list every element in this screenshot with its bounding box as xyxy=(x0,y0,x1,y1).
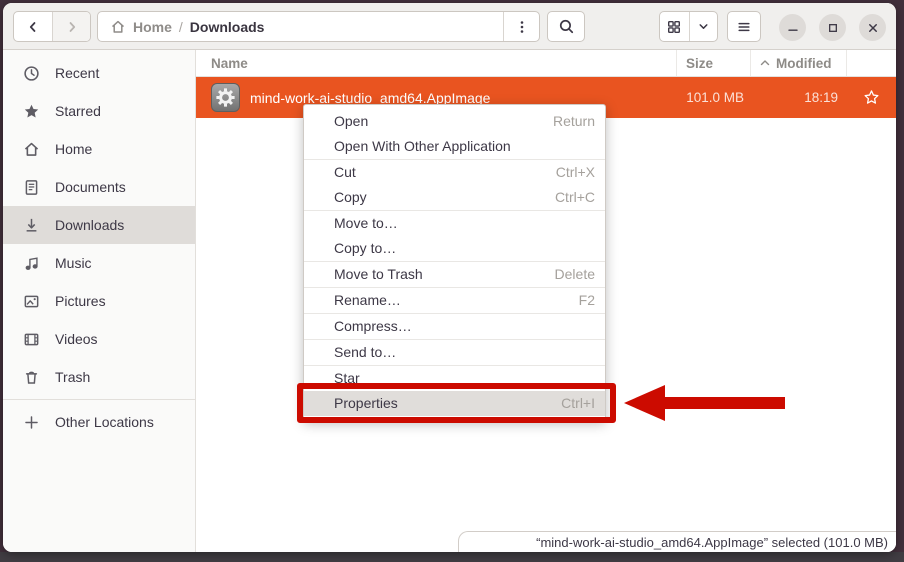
star-icon xyxy=(23,103,40,120)
sidebar-item-starred[interactable]: Starred xyxy=(3,92,195,130)
sort-ascending-icon xyxy=(759,57,771,69)
breadcrumb: Home / Downloads xyxy=(98,19,503,35)
search-button[interactable] xyxy=(547,11,585,42)
column-header-name[interactable]: Name xyxy=(196,50,676,76)
headerbar: Home / Downloads xyxy=(3,3,896,50)
menu-item-open-with-other-application[interactable]: Open With Other Application xyxy=(304,134,605,159)
maximize-icon xyxy=(826,21,840,35)
sidebar-item-pictures[interactable]: Pictures xyxy=(3,282,195,320)
menu-item-copy-to[interactable]: Copy to… xyxy=(304,236,605,261)
context-menu: OpenReturn Open With Other Application C… xyxy=(303,104,606,421)
home-icon xyxy=(23,141,40,158)
path-menu-button[interactable] xyxy=(503,12,539,41)
file-size: 101.0 MB xyxy=(676,90,750,105)
sidebar-item-label: Starred xyxy=(55,103,101,119)
menu-item-move-to-trash[interactable]: Move to TrashDelete xyxy=(304,262,605,287)
picture-icon xyxy=(23,293,40,310)
sidebar-separator xyxy=(3,399,195,400)
search-icon xyxy=(558,18,575,35)
close-button[interactable] xyxy=(859,14,886,41)
vertical-dots-icon xyxy=(514,19,530,35)
breadcrumb-separator: / xyxy=(179,19,183,35)
breadcrumb-current[interactable]: Downloads xyxy=(190,19,265,35)
grid-icon xyxy=(666,19,682,35)
maximize-button[interactable] xyxy=(819,14,846,41)
chevron-down-icon xyxy=(696,19,711,34)
sidebar-item-label: Downloads xyxy=(55,217,124,233)
music-note-icon xyxy=(23,255,40,272)
view-options-button[interactable] xyxy=(689,12,718,41)
menu-item-move-to[interactable]: Move to… xyxy=(304,211,605,236)
file-modified-time: 18:19 xyxy=(750,90,846,105)
sidebar-item-home[interactable]: Home xyxy=(3,130,195,168)
annotation-highlight-box xyxy=(297,383,616,423)
forward-button[interactable] xyxy=(52,12,90,41)
plus-icon xyxy=(23,414,40,431)
chevron-right-icon xyxy=(64,19,80,35)
sidebar-item-videos[interactable]: Videos xyxy=(3,320,195,358)
back-button[interactable] xyxy=(14,12,52,41)
sidebar-item-label: Trash xyxy=(55,369,90,385)
sidebar-item-label: Home xyxy=(55,141,92,157)
status-bar: “mind-work-ai-studio_amd64.AppImage” sel… xyxy=(458,531,896,552)
appimage-gear-icon xyxy=(211,83,240,112)
hamburger-icon xyxy=(736,19,752,35)
sidebar-item-music[interactable]: Music xyxy=(3,244,195,282)
sidebar-item-label: Pictures xyxy=(55,293,106,309)
column-header-size[interactable]: Size xyxy=(676,50,750,76)
annotation-arrow-icon xyxy=(619,383,787,423)
menu-item-rename[interactable]: Rename…F2 xyxy=(304,288,605,313)
view-toggle-group xyxy=(659,11,718,42)
home-icon xyxy=(110,19,126,35)
sidebar-item-other-locations[interactable]: Other Locations xyxy=(3,403,195,441)
path-bar: Home / Downloads xyxy=(97,11,540,42)
minimize-button[interactable] xyxy=(779,14,806,41)
download-icon xyxy=(23,217,40,234)
menu-item-cut[interactable]: CutCtrl+X xyxy=(304,160,605,185)
sidebar-item-recent[interactable]: Recent xyxy=(3,54,195,92)
star-outline-icon xyxy=(863,89,880,106)
document-icon xyxy=(23,179,40,196)
history-nav-group xyxy=(13,11,91,42)
sidebar-item-trash[interactable]: Trash xyxy=(3,358,195,396)
sidebar-item-documents[interactable]: Documents xyxy=(3,168,195,206)
breadcrumb-home[interactable]: Home xyxy=(133,19,172,35)
clock-icon xyxy=(23,65,40,82)
menu-item-send-to[interactable]: Send to… xyxy=(304,340,605,365)
column-header-star xyxy=(846,50,896,76)
app-menu-button[interactable] xyxy=(727,11,761,42)
desktop-dock-strip xyxy=(0,552,904,562)
sidebar-item-label: Other Locations xyxy=(55,414,154,430)
minimize-icon xyxy=(786,21,800,35)
sidebar-item-label: Recent xyxy=(55,65,99,81)
menu-item-compress[interactable]: Compress… xyxy=(304,314,605,339)
menu-item-open[interactable]: OpenReturn xyxy=(304,109,605,134)
list-column-headers: Name Size Modified xyxy=(196,50,896,77)
close-icon xyxy=(866,21,880,35)
sidebar: Recent Starred Home Documents Downloads xyxy=(3,50,196,552)
column-header-modified[interactable]: Modified xyxy=(750,50,846,76)
grid-view-button[interactable] xyxy=(660,12,689,41)
sidebar-item-downloads[interactable]: Downloads xyxy=(3,206,195,244)
files-window: Home / Downloads xyxy=(3,3,896,552)
sidebar-item-label: Music xyxy=(55,255,92,271)
trash-icon xyxy=(23,369,40,386)
sidebar-item-label: Documents xyxy=(55,179,126,195)
film-icon xyxy=(23,331,40,348)
selection-status-text: “mind-work-ai-studio_amd64.AppImage” sel… xyxy=(536,535,888,550)
sidebar-item-label: Videos xyxy=(55,331,98,347)
chevron-left-icon xyxy=(25,19,41,35)
star-toggle[interactable] xyxy=(846,89,896,106)
menu-item-copy[interactable]: CopyCtrl+C xyxy=(304,185,605,210)
